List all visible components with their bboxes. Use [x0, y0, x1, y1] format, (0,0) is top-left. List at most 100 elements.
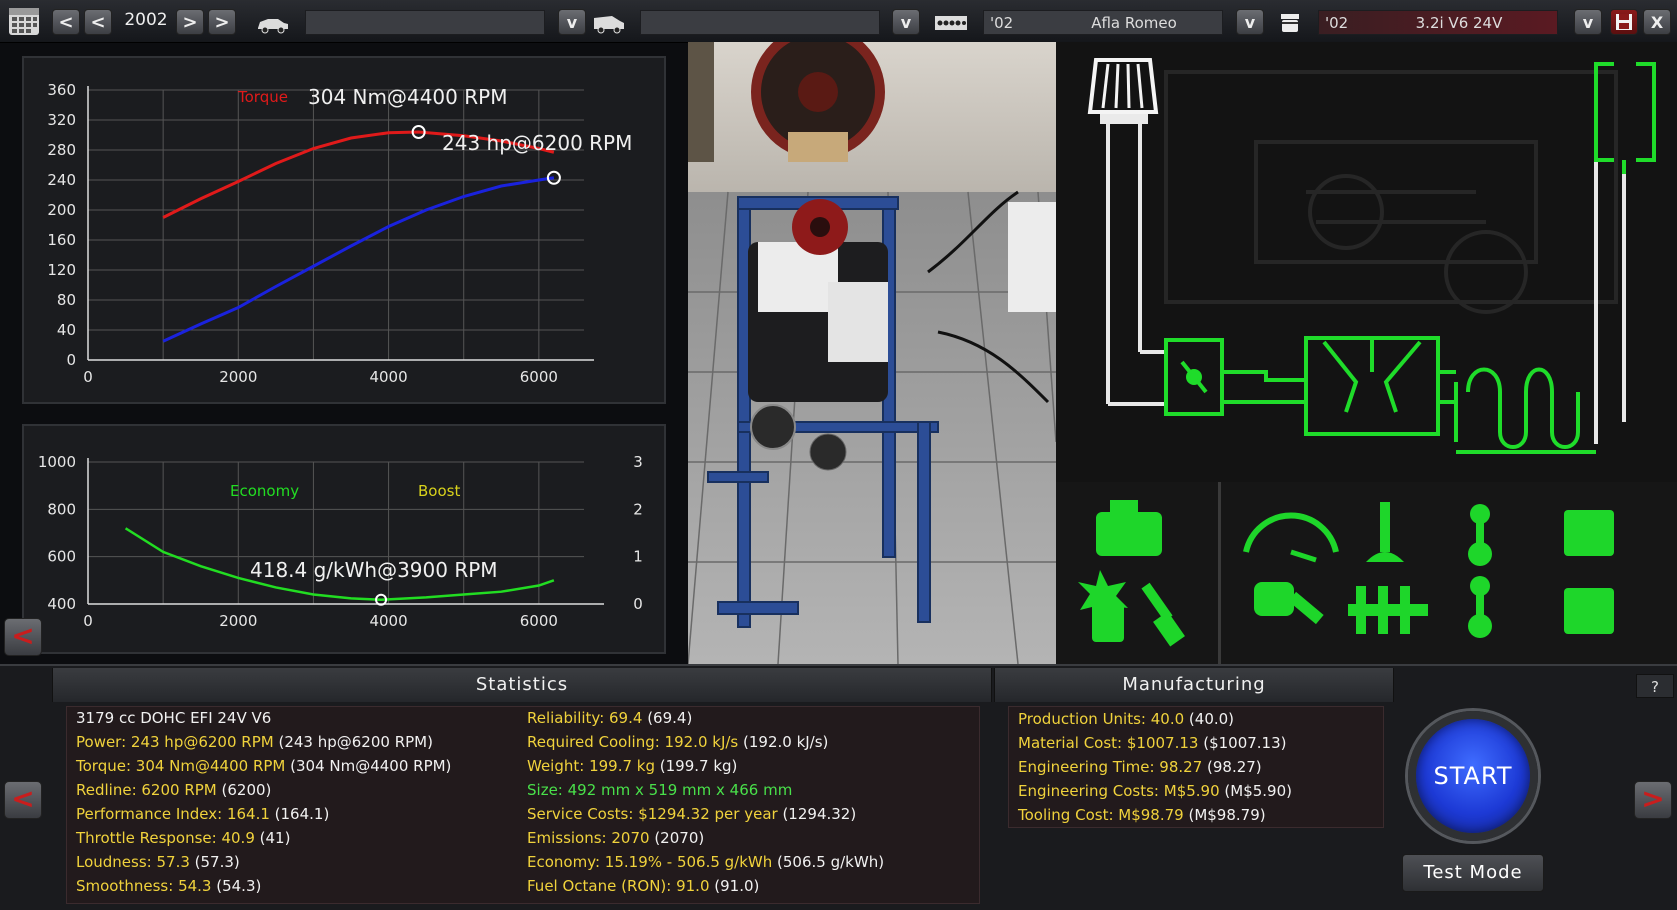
x-tick-label: 4000 [369, 368, 407, 386]
engine-family-year: '02 [990, 11, 1013, 35]
stat-left-line: Throttle Response: 40.9 (41) [76, 829, 290, 847]
stat-right-line: Weight: 199.7 kg (199.7 kg) [527, 757, 737, 775]
stat-left-line-value: (54.3) [211, 877, 261, 895]
year-next-button[interactable]: > [176, 9, 204, 35]
y-tick-label: 600 [47, 548, 76, 566]
y2-tick-label: 0 [633, 595, 643, 613]
y2-tick-label: 3 [633, 453, 643, 471]
y-tick-label: 280 [47, 141, 76, 159]
stats-forward-button[interactable]: > [1634, 781, 1672, 819]
engine-variant-field[interactable]: '02 3.2i V6 24V [1318, 10, 1558, 35]
economy-chart-panel: 400600800100001230200040006000EconomyBoo… [22, 424, 666, 654]
stat-left-line: Performance Index: 164.1 (164.1) [76, 805, 329, 823]
stat-left-line-value: 3179 cc DOHC EFI 24V V6 [76, 709, 271, 727]
stat-right-line: Service Costs: $1294.32 per year (1294.3… [527, 805, 856, 823]
stat-left-line-key: Torque: 304 Nm@4400 RPM [76, 757, 285, 775]
stat-left-line-value: (304 Nm@4400 RPM) [285, 757, 451, 775]
engine-stand-render [688, 42, 1056, 664]
van-icon [592, 12, 626, 38]
stat-right-line: Economy: 15.19% - 506.5 g/kWh (506.5 g/k… [527, 853, 884, 871]
y-tick-label: 40 [57, 321, 76, 339]
valve-icon[interactable] [1366, 502, 1404, 562]
year-back-button[interactable]: < [52, 9, 80, 35]
wrench-fist-icon[interactable] [1254, 582, 1324, 624]
manufacturing-line: Material Cost: $1007.13 ($1007.13) [1018, 734, 1287, 752]
stat-right-line-key: Emissions: 2070 [527, 829, 650, 847]
engine-family-field[interactable]: '02 Afla Romeo [983, 10, 1223, 35]
x-tick-label: 2000 [219, 612, 257, 630]
stat-left-line-value: (57.3) [190, 853, 240, 871]
engine-parts-panel [1056, 482, 1677, 664]
piston-part-icon[interactable] [1564, 510, 1614, 556]
y-tick-label: 80 [57, 291, 76, 309]
stat-right-line-value: (506.5 g/kWh) [772, 853, 884, 871]
chart-back-button[interactable]: < [4, 618, 42, 656]
engine-variant-year: '02 [1325, 11, 1348, 35]
engine-family-dropdown-button[interactable]: v [1236, 9, 1264, 35]
manufacturing-line-key: Engineering Time: 98.27 [1018, 758, 1202, 776]
x-tick-label: 4000 [369, 612, 407, 630]
y-tick-label: 240 [47, 171, 76, 189]
stat-right-line-value: (2070) [650, 829, 705, 847]
power-line [163, 178, 554, 342]
x-tick-label: 0 [83, 368, 93, 386]
piston-2-icon[interactable] [1564, 588, 1614, 634]
help-button[interactable]: ? [1636, 674, 1674, 698]
model-field[interactable] [640, 10, 880, 35]
stats-back-button[interactable]: < [4, 781, 42, 819]
stat-left-line: Redline: 6200 RPM (6200) [76, 781, 271, 799]
gauge-icon[interactable] [1246, 516, 1336, 560]
stat-right-line-value: (1294.32) [778, 805, 857, 823]
stat-right-line-key: Weight: 199.7 kg [527, 757, 655, 775]
chassis-field[interactable] [305, 10, 545, 35]
stat-left-line: Power: 243 hp@6200 RPM (243 hp@6200 RPM) [76, 733, 433, 751]
year-forward-button[interactable]: > [208, 9, 236, 35]
economy-chart: 400600800100001230200040006000EconomyBoo… [24, 426, 664, 652]
connecting-rod-2-icon[interactable] [1468, 576, 1492, 638]
x-tick-label: 6000 [520, 612, 558, 630]
year-prev-button[interactable]: < [84, 9, 112, 35]
engine-icon[interactable] [1096, 500, 1162, 556]
year-display: 2002 [118, 10, 174, 30]
x-tick-label: 2000 [219, 368, 257, 386]
connecting-rod-icon[interactable] [1468, 504, 1492, 566]
manufacturing-line: Tooling Cost: M$98.79 (M$98.79) [1018, 806, 1266, 824]
stat-right-line-key: Economy: 15.19% - 506.5 g/kWh [527, 853, 772, 871]
stat-right-line-key: Service Costs: $1294.32 per year [527, 805, 778, 823]
y-tick-label: 320 [47, 111, 76, 129]
stat-left-line: Loudness: 57.3 (57.3) [76, 853, 240, 871]
save-icon[interactable] [1610, 9, 1638, 35]
stat-right-line-key: Required Cooling: 192.0 kJ/s [527, 733, 738, 751]
y-tick-label: 0 [66, 351, 76, 369]
x-tick-label: 6000 [520, 368, 558, 386]
stat-left-line-key: Performance Index: 164.1 [76, 805, 270, 823]
manufacturing-line-key: Production Units: 40.0 [1018, 710, 1184, 728]
close-button[interactable]: X [1643, 9, 1671, 35]
stat-left-line: Smoothness: 54.3 (54.3) [76, 877, 261, 895]
model-dropdown-button[interactable]: v [892, 9, 920, 35]
intake-exhaust-diagram [1056, 42, 1677, 482]
chassis-dropdown-button[interactable]: v [558, 9, 586, 35]
damage-part-icon[interactable] [1078, 570, 1128, 642]
test-mode-button[interactable]: Test Mode [1402, 854, 1544, 892]
statistics-header: Statistics [52, 668, 992, 702]
stat-right-line-value: (192.0 kJ/s) [738, 733, 828, 751]
power-torque-chart-panel: 040801201602002402803203600200040006000T… [22, 56, 666, 404]
engine-3d-view[interactable] [688, 42, 1056, 664]
manufacturing-line: Engineering Time: 98.27 (98.27) [1018, 758, 1262, 776]
stat-left-line: Torque: 304 Nm@4400 RPM (304 Nm@4400 RPM… [76, 757, 451, 775]
car-icon [256, 14, 290, 38]
stat-left-line-value: (6200) [217, 781, 272, 799]
spark-plug-icon[interactable] [1141, 583, 1185, 647]
stat-right-line-key: Fuel Octane (RON): 91.0 [527, 877, 709, 895]
engine-variant-dropdown-button[interactable]: v [1574, 9, 1602, 35]
manufacturing-line-key: Tooling Cost: M$98.79 [1018, 806, 1184, 824]
start-button[interactable]: START [1408, 711, 1538, 841]
manufacturing-line-value: (M$5.90) [1220, 782, 1292, 800]
manufacturing-line: Engineering Costs: M$5.90 (M$5.90) [1018, 782, 1292, 800]
stat-right-line-key: Reliability: 69.4 [527, 709, 642, 727]
crankshaft-icon[interactable] [1348, 586, 1428, 634]
y-tick-label: 120 [47, 261, 76, 279]
calendar-icon[interactable] [8, 6, 40, 40]
manufacturing-line-value: (M$98.79) [1184, 806, 1266, 824]
